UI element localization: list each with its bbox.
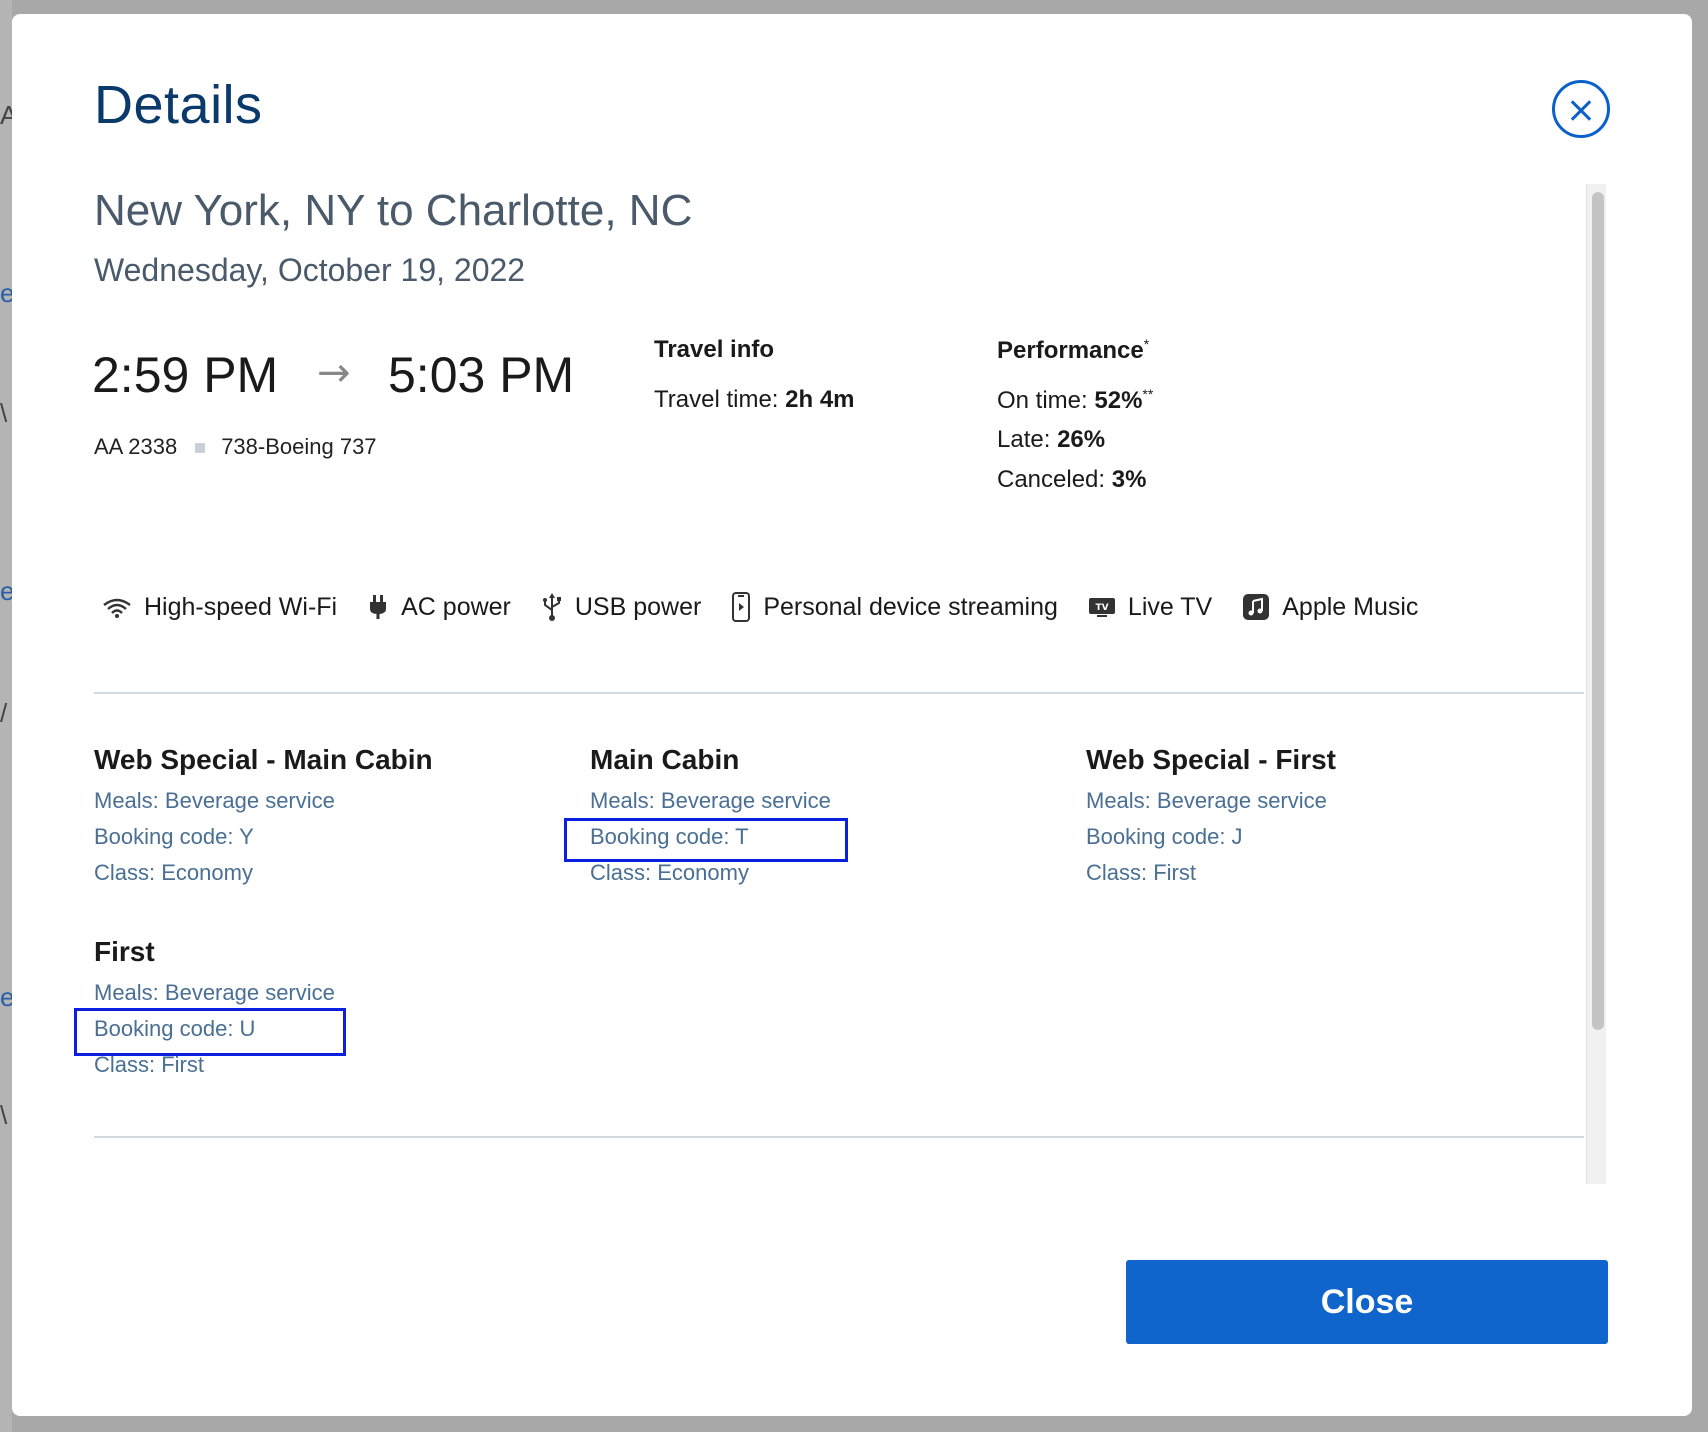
usb-icon bbox=[542, 593, 561, 621]
ac-power-icon bbox=[370, 595, 387, 619]
flight-date: Wednesday, October 19, 2022 bbox=[94, 252, 526, 288]
fare-meals: Meals: Beverage service bbox=[1086, 788, 1327, 813]
fare-meals: Meals: Beverage service bbox=[94, 980, 335, 1005]
travel-info-heading: Travel info bbox=[654, 336, 775, 363]
fare-class: Class: Economy bbox=[590, 860, 749, 885]
music-icon bbox=[1243, 594, 1270, 620]
amenity-device-streaming: Personal device streaming bbox=[731, 592, 1058, 622]
close-icon[interactable] bbox=[1552, 80, 1610, 138]
background-page-strip: A e \ e / e \ bbox=[0, 0, 17, 1432]
amenity-usb-power: USB power bbox=[541, 592, 701, 622]
performance-heading: Performance* bbox=[997, 336, 1150, 364]
aircraft-type: 738-Boeing 737 bbox=[221, 434, 377, 459]
amenity-live-tv: TV Live TV bbox=[1088, 593, 1212, 622]
fare-title: First bbox=[94, 936, 155, 967]
amenity-apple-music: Apple Music bbox=[1242, 593, 1418, 622]
departure-time: 2:59 PM bbox=[92, 347, 279, 403]
travel-time: Travel time: 2h 4m bbox=[654, 386, 855, 413]
fare-booking-code: Booking code: Y bbox=[94, 824, 254, 849]
route-heading: New York, NY to Charlotte, NC bbox=[94, 186, 693, 235]
divider-bottom bbox=[94, 1136, 1584, 1138]
divider-top bbox=[94, 692, 1584, 694]
arrow-right-icon: → bbox=[317, 350, 351, 396]
wifi-icon bbox=[103, 598, 131, 618]
fare-class: Class: Economy bbox=[94, 860, 253, 885]
flight-info-line: AA 2338 738-Boeing 737 bbox=[94, 434, 377, 460]
close-button[interactable]: Close bbox=[1126, 1260, 1608, 1344]
fare-title: Web Special - First bbox=[1086, 744, 1336, 775]
late-stat: Late: 26% bbox=[997, 426, 1106, 453]
fare-title: Web Special - Main Cabin bbox=[94, 744, 433, 775]
fare-booking-code: Booking code: J bbox=[1086, 824, 1243, 849]
amenity-wifi: High-speed Wi-Fi bbox=[102, 593, 337, 622]
tv-icon: TV bbox=[1088, 598, 1115, 617]
fare-class: Class: First bbox=[1086, 860, 1196, 885]
phone-icon bbox=[732, 592, 751, 622]
amenity-ac-power: AC power bbox=[367, 593, 511, 622]
amenities-row: High-speed Wi-Fi AC power USB power Pers… bbox=[102, 592, 1448, 622]
modal-title: Details bbox=[94, 75, 263, 135]
arrival-time: 5:03 PM bbox=[388, 347, 575, 403]
scrollbar[interactable] bbox=[1586, 184, 1606, 1184]
fare-meals: Meals: Beverage service bbox=[94, 788, 335, 813]
svg-text:TV: TV bbox=[1095, 603, 1108, 613]
fare-meals: Meals: Beverage service bbox=[590, 788, 831, 813]
on-time-stat: On time: 52%** bbox=[997, 386, 1154, 414]
flight-number: AA 2338 bbox=[94, 434, 178, 459]
fare-title: Main Cabin bbox=[590, 744, 740, 775]
booking-code-highlight bbox=[564, 818, 848, 862]
scrollbar-thumb[interactable] bbox=[1592, 192, 1604, 1030]
separator-square bbox=[195, 443, 206, 454]
booking-code-highlight bbox=[74, 1008, 346, 1056]
canceled-stat: Canceled: 3% bbox=[997, 466, 1147, 493]
details-modal: Details New York, NY to Charlotte, NC We… bbox=[12, 14, 1692, 1416]
